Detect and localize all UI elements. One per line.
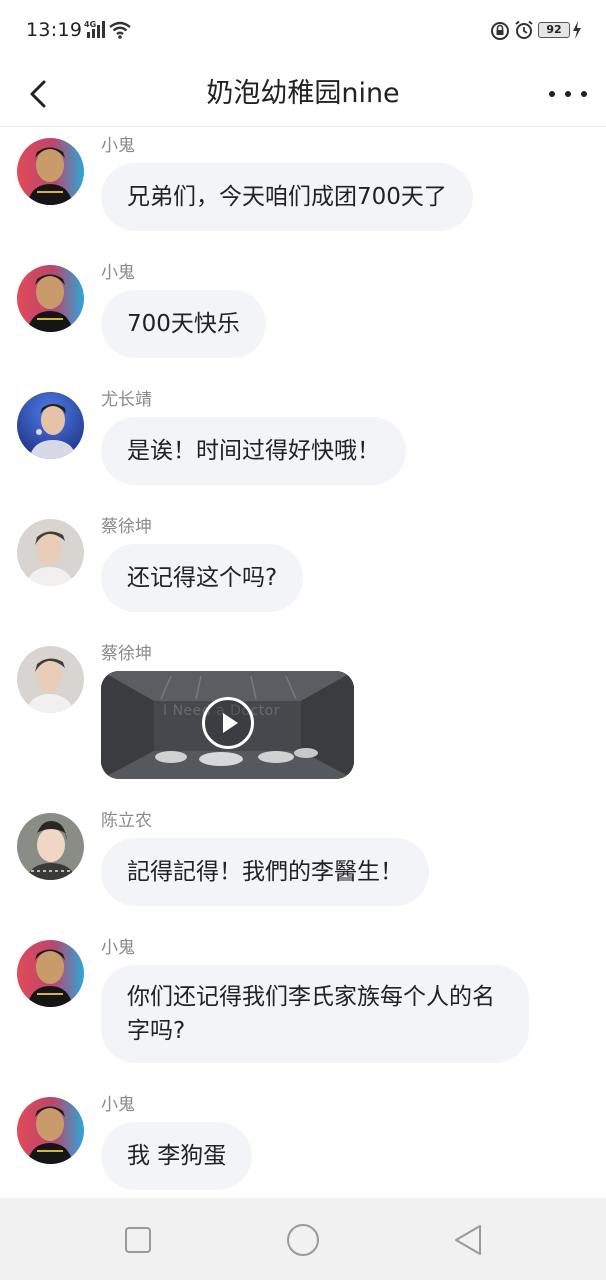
- battery-level: 92: [546, 23, 562, 36]
- home-button[interactable]: [283, 1220, 323, 1260]
- message-bubble[interactable]: 是诶！时间过得好快哦！: [101, 417, 406, 485]
- circle-icon: [287, 1224, 319, 1256]
- sender-name: 尤长靖: [101, 390, 152, 410]
- message-bubble[interactable]: 我 李狗蛋: [101, 1122, 253, 1190]
- message-bubble[interactable]: 兄弟们，今天咱们成团700天了: [101, 163, 473, 231]
- sender-name: 蔡徐坤: [101, 644, 152, 664]
- status-bar: 13:19 4G 92: [0, 0, 606, 62]
- sender-name: 小鬼: [101, 1095, 135, 1115]
- message-bubble[interactable]: 你们还记得我们李氏家族每个人的名字吗?: [101, 965, 529, 1063]
- avatar-image: [17, 940, 84, 1007]
- avatar-image: [17, 813, 84, 880]
- wifi-icon: [109, 21, 131, 39]
- message-bubble[interactable]: 記得記得！我們的李醫生！: [101, 838, 429, 906]
- avatar-image: [17, 1097, 84, 1164]
- video-message[interactable]: I Need a Doctor: [101, 671, 354, 779]
- avatar-caixukun[interactable]: [17, 519, 84, 586]
- chat-title: 奶泡幼稚园nine: [206, 78, 400, 109]
- battery-indicator: 92: [538, 22, 570, 38]
- avatar-image: [17, 138, 84, 205]
- system-nav-bar: [0, 1198, 606, 1280]
- sender-name: 陈立农: [101, 811, 152, 831]
- avatar-xiaogui[interactable]: [17, 138, 84, 205]
- avatar-youzhangjing[interactable]: [17, 392, 84, 459]
- play-icon: [223, 713, 238, 733]
- rotation-lock-icon: [491, 22, 509, 40]
- more-dots-icon: [549, 91, 587, 97]
- back-nav-button[interactable]: [448, 1220, 488, 1260]
- alarm-icon: [515, 20, 533, 39]
- play-button[interactable]: [202, 697, 254, 749]
- avatar-xiaogui[interactable]: [17, 940, 84, 1007]
- square-icon: [125, 1227, 151, 1253]
- message-bubble[interactable]: 还记得这个吗?: [101, 544, 304, 612]
- chat-header: 奶泡幼稚园nine: [0, 62, 606, 127]
- avatar-image: [17, 646, 84, 713]
- triangle-back-icon: [455, 1225, 481, 1255]
- avatar-image: [17, 392, 84, 459]
- signal-icon: [87, 21, 105, 38]
- sender-name: 蔡徐坤: [101, 517, 152, 537]
- recent-apps-button[interactable]: [118, 1220, 158, 1260]
- avatar-chenlinong[interactable]: [17, 813, 84, 880]
- charging-icon: [573, 21, 581, 39]
- more-button[interactable]: [548, 74, 588, 114]
- sender-name: 小鬼: [101, 136, 135, 156]
- sender-name: 小鬼: [101, 938, 135, 958]
- avatar-xiaogui[interactable]: [17, 1097, 84, 1164]
- avatar-caixukun[interactable]: [17, 646, 84, 713]
- status-time: 13:19: [26, 19, 83, 41]
- sender-name: 小鬼: [101, 263, 135, 283]
- message-bubble[interactable]: 700天快乐: [101, 290, 266, 358]
- avatar-image: [17, 519, 84, 586]
- avatar-image: [17, 265, 84, 332]
- avatar-xiaogui[interactable]: [17, 265, 84, 332]
